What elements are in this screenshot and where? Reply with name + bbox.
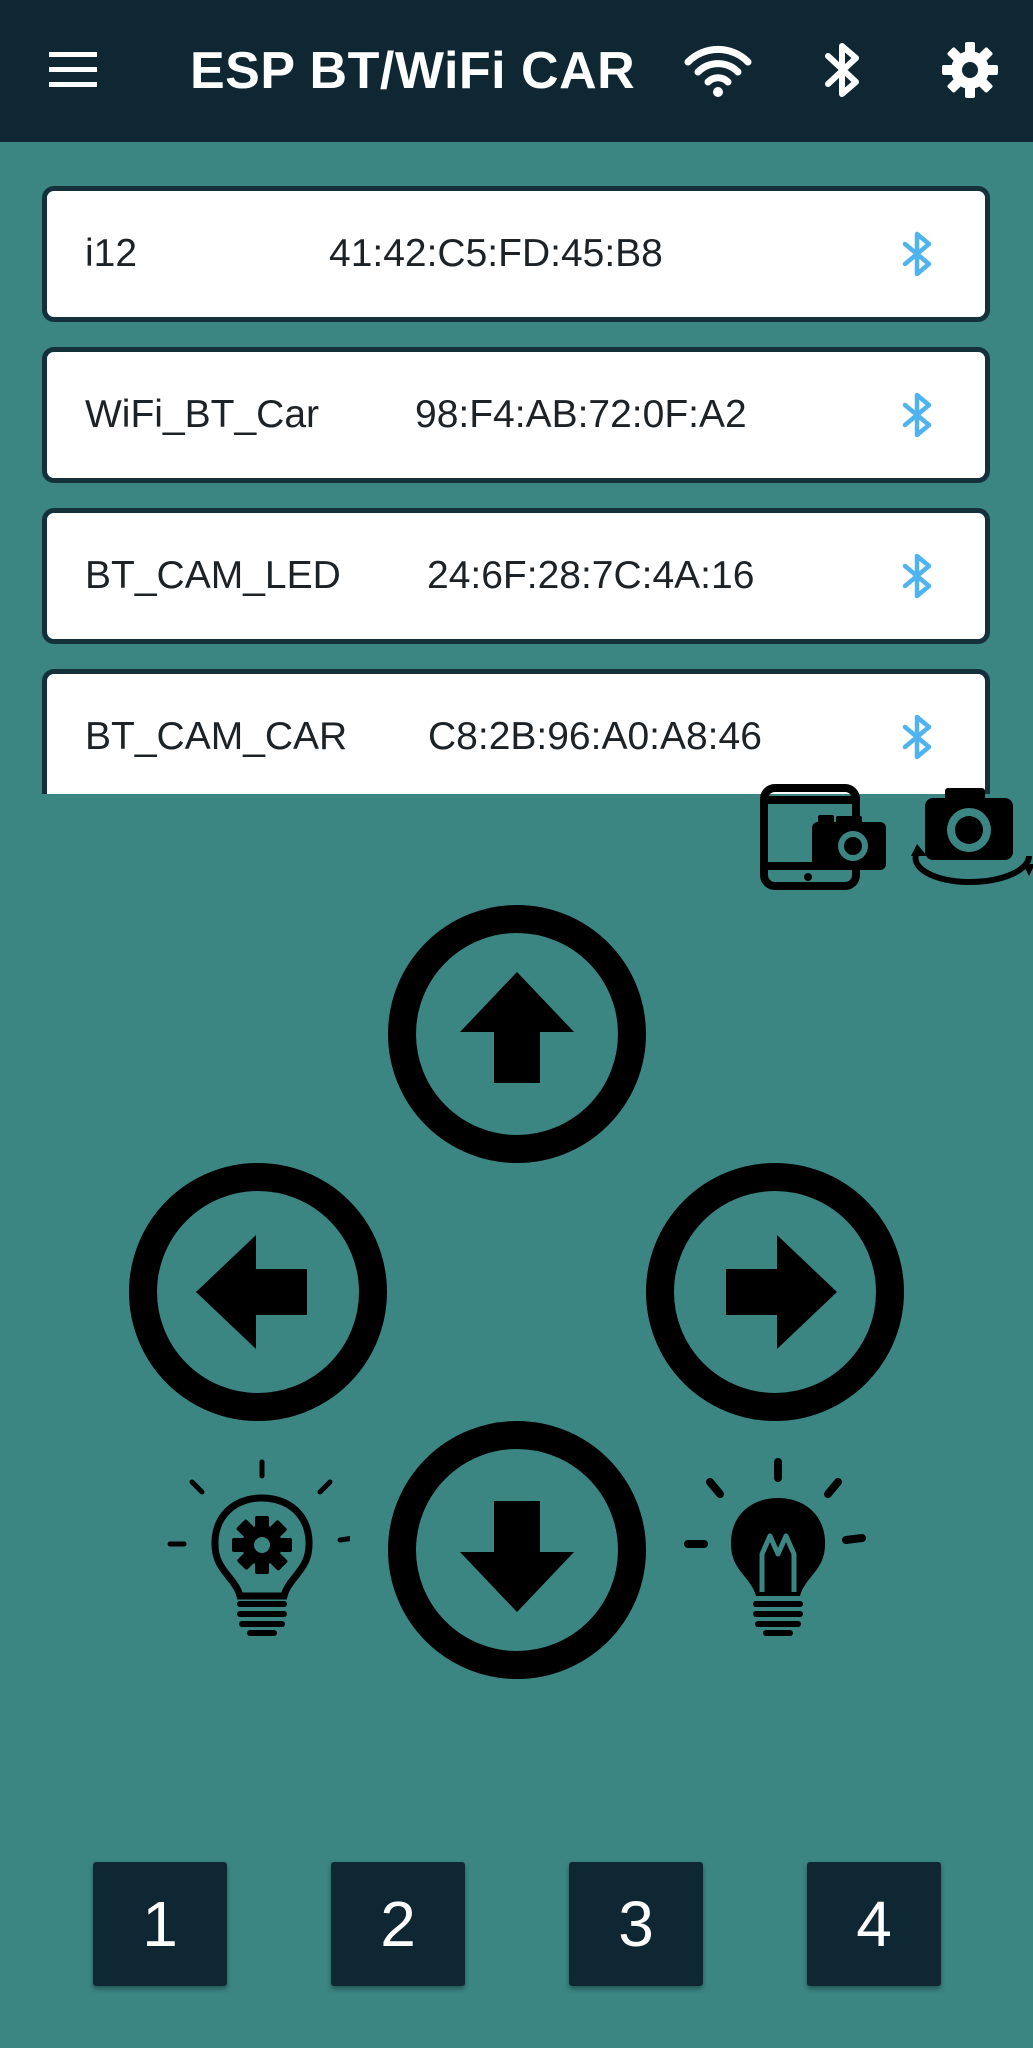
settings-button[interactable] bbox=[934, 34, 1006, 106]
device-name: BT_CAM_LED bbox=[85, 554, 341, 597]
device-name: BT_CAM_CAR bbox=[85, 715, 348, 758]
number-button-4[interactable]: 4 bbox=[807, 1862, 941, 1986]
device-item-i12[interactable]: i12 41:42:C5:FD:45:B8 bbox=[42, 186, 990, 322]
device-mac: 41:42:C5:FD:45:B8 bbox=[329, 232, 663, 275]
phone-camera-icon bbox=[760, 784, 886, 890]
device-mac: C8:2B:96:A0:A8:46 bbox=[428, 715, 762, 758]
bulb-on-icon bbox=[684, 1458, 866, 1636]
switch-camera-button[interactable] bbox=[905, 784, 1033, 890]
device-item-bt-cam-car[interactable]: BT_CAM_CAR C8:2B:96:A0:A8:46 bbox=[42, 669, 990, 794]
arrow-left-icon bbox=[129, 1163, 387, 1421]
menu-button[interactable] bbox=[40, 36, 108, 104]
device-name: i12 bbox=[85, 232, 138, 275]
bluetooth-icon bbox=[902, 714, 932, 760]
device-list[interactable]: i12 41:42:C5:FD:45:B8 WiFi_BT_Car 98:F4:… bbox=[0, 142, 1033, 794]
number-button-3[interactable]: 3 bbox=[569, 1862, 703, 1986]
arrow-up-icon bbox=[388, 905, 646, 1163]
gear-icon bbox=[942, 42, 998, 98]
bluetooth-icon bbox=[825, 43, 859, 97]
backward-button[interactable] bbox=[388, 1421, 646, 1679]
bluetooth-icon bbox=[902, 392, 932, 438]
light-toggle-button[interactable] bbox=[682, 1458, 866, 1642]
camera-switch-icon bbox=[911, 788, 1033, 886]
device-name: WiFi_BT_Car bbox=[85, 393, 320, 436]
auto-light-button[interactable] bbox=[166, 1458, 357, 1642]
number-button-2[interactable]: 2 bbox=[331, 1862, 465, 1986]
bluetooth-icon bbox=[902, 231, 932, 277]
right-button[interactable] bbox=[646, 1163, 904, 1421]
device-mac: 98:F4:AB:72:0F:A2 bbox=[415, 393, 747, 436]
bluetooth-button[interactable] bbox=[806, 34, 878, 106]
hamburger-menu-icon bbox=[49, 52, 97, 87]
bulb-gear-icon bbox=[167, 1459, 357, 1636]
wifi-icon bbox=[684, 45, 752, 97]
app-title: ESP BT/WiFi CAR bbox=[190, 42, 636, 100]
arrow-right-icon bbox=[646, 1163, 904, 1421]
device-item-wifi-bt-car[interactable]: WiFi_BT_Car 98:F4:AB:72:0F:A2 bbox=[42, 347, 990, 483]
wifi-button[interactable] bbox=[682, 34, 754, 106]
phone-camera-button[interactable] bbox=[760, 784, 890, 890]
device-mac: 24:6F:28:7C:4A:16 bbox=[427, 554, 755, 597]
arrow-down-icon bbox=[388, 1421, 646, 1679]
forward-button[interactable] bbox=[388, 905, 646, 1163]
app-bar: ESP BT/WiFi CAR bbox=[0, 0, 1033, 142]
bluetooth-icon bbox=[902, 553, 932, 599]
device-item-bt-cam-led[interactable]: BT_CAM_LED 24:6F:28:7C:4A:16 bbox=[42, 508, 990, 644]
number-button-1[interactable]: 1 bbox=[93, 1862, 227, 1986]
left-button[interactable] bbox=[129, 1163, 387, 1421]
